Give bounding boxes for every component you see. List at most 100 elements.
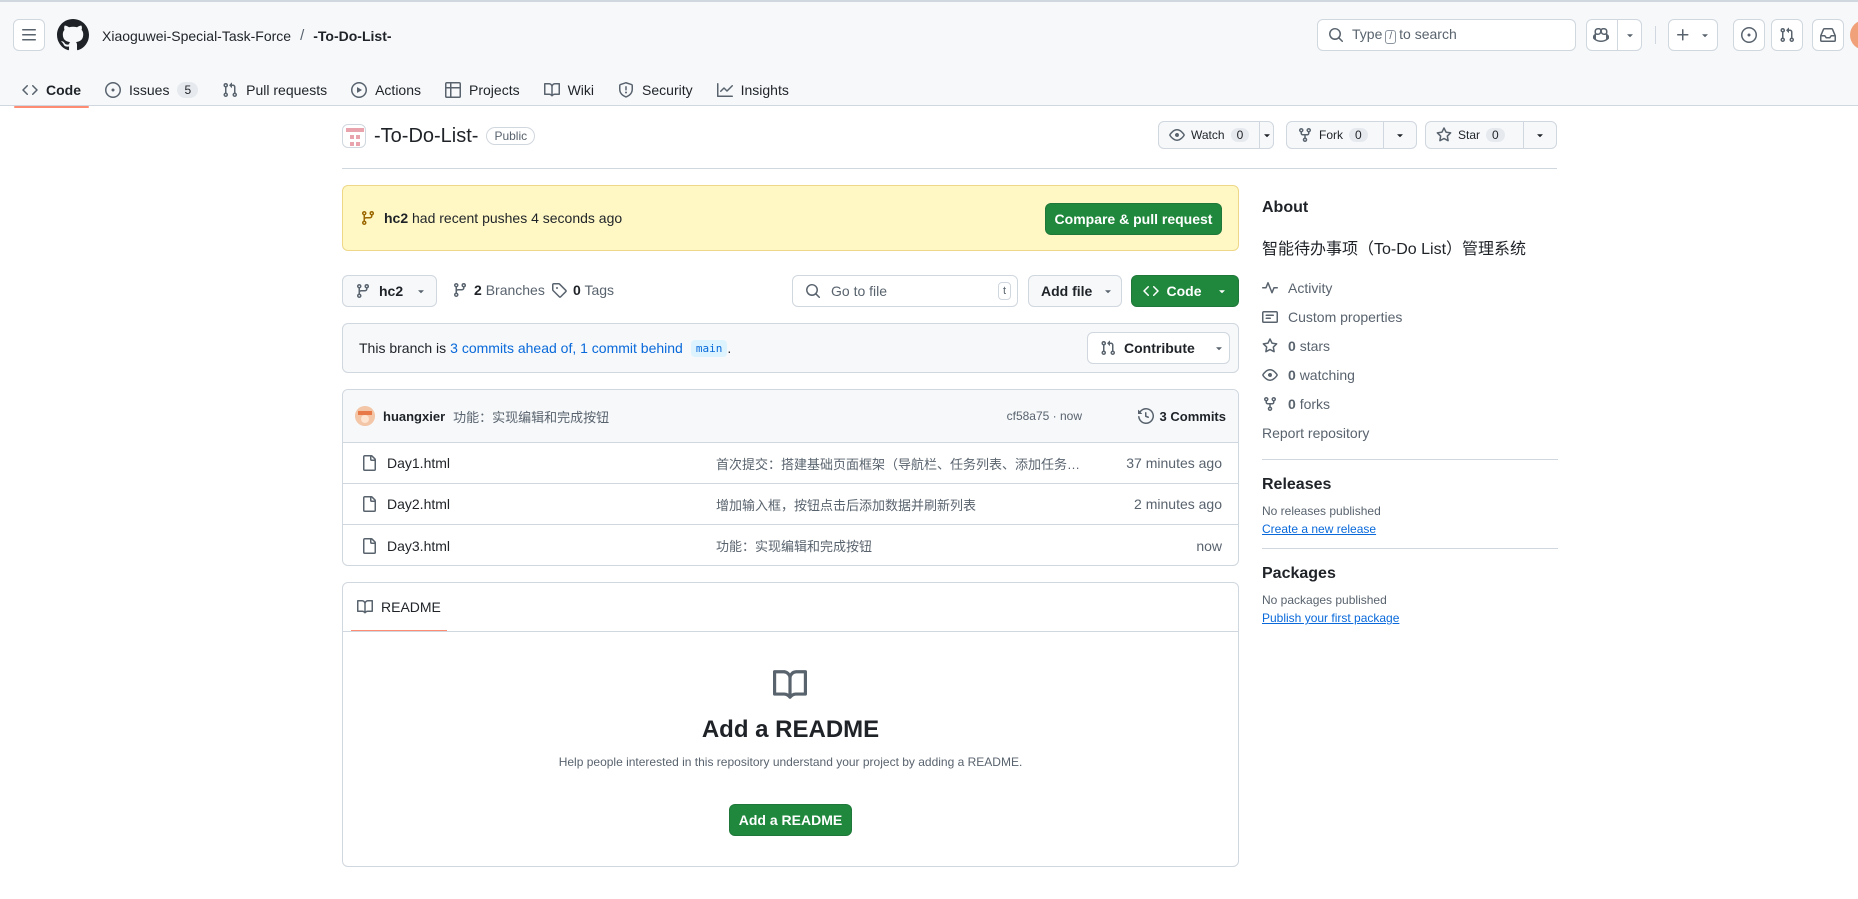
tab-issues[interactable]: Issues 5 — [97, 72, 206, 108]
breadcrumb-owner[interactable]: Xiaoguwei-Special-Task-Force — [102, 28, 291, 44]
publish-package-link[interactable]: Publish your first package — [1262, 611, 1558, 625]
commits-history-link[interactable]: 3 Commits — [1137, 408, 1226, 424]
branch-selector[interactable]: hc2 — [342, 275, 437, 307]
file-commit-message[interactable]: 增加输入框，按钮点击后添加数据并刷新列表 — [716, 495, 1096, 514]
readme-heading: Add a README — [701, 716, 880, 743]
create-release-link[interactable]: Create a new release — [1262, 522, 1558, 536]
file-commit-message[interactable]: 功能：实现编辑和完成按钮 — [716, 536, 1096, 555]
repo-title-row: -To-Do-List- Public — [342, 124, 536, 148]
fork-dropdown[interactable] — [1384, 122, 1416, 148]
tab-actions[interactable]: Actions — [343, 72, 429, 108]
add-file-button[interactable]: Add file — [1028, 275, 1122, 307]
watch-button[interactable]: Watch 0 — [1159, 122, 1261, 148]
watch-label: Watch — [1191, 128, 1225, 142]
pull-request-icon — [223, 82, 238, 98]
fork-button[interactable]: Fork 0 — [1287, 122, 1384, 148]
compare-commits-link[interactable]: 3 commits ahead of, 1 commit behind — [450, 340, 683, 356]
commit-author[interactable]: huangxier — [383, 409, 445, 424]
tab-label: Security — [642, 82, 693, 98]
tab-insights[interactable]: Insights — [709, 72, 797, 108]
commit-hash-time[interactable]: cf58a75 · now — [1007, 409, 1082, 423]
github-logo-icon[interactable] — [57, 19, 89, 51]
file-row[interactable]: Day3.html 功能：实现编辑和完成按钮 now — [343, 525, 1238, 565]
contribute-label: Contribute — [1124, 340, 1195, 356]
branches-link[interactable]: 2 Branches — [452, 282, 545, 298]
sidebar-divider — [1262, 548, 1558, 549]
branch-icon — [453, 283, 466, 298]
tab-code[interactable]: Code — [14, 72, 89, 108]
stars-link[interactable]: 0 stars — [1262, 331, 1558, 360]
readme-panel: README Add a README Help people interest… — [342, 582, 1239, 867]
fork-icon — [1299, 128, 1311, 143]
tag-icon — [552, 283, 567, 298]
chevron-down-icon — [1263, 134, 1270, 138]
breadcrumb-repo[interactable]: -To-Do-List- — [313, 28, 391, 44]
watch-dropdown[interactable] — [1260, 122, 1273, 148]
create-new-button[interactable] — [1668, 19, 1718, 51]
branch-comparison-status: This branch is 3 commits ahead of, 1 com… — [342, 323, 1239, 373]
file-icon — [363, 537, 376, 554]
commit-message[interactable]: 功能：实现编辑和完成按钮 — [453, 407, 609, 426]
report-repository-link[interactable]: Report repository — [1262, 418, 1558, 447]
table-icon — [445, 82, 462, 98]
go-to-file-input[interactable]: Go to file t — [792, 275, 1018, 307]
star-dropdown[interactable] — [1524, 122, 1556, 148]
packages-heading[interactable]: Packages — [1262, 565, 1558, 583]
issue-icon — [1741, 27, 1757, 43]
tags-link[interactable]: 0 Tags — [551, 282, 614, 298]
menu-button[interactable] — [13, 19, 45, 51]
copilot-button[interactable] — [1586, 19, 1642, 51]
file-name[interactable]: Day2.html — [387, 496, 450, 512]
file-commit-message[interactable]: 首次提交：搭建基础页面框架（导航栏、任务列表、添加任务… — [716, 454, 1096, 473]
avatar-image-icon — [355, 406, 375, 426]
readme-tab-label: README — [381, 599, 441, 615]
tab-security[interactable]: Security — [610, 72, 701, 108]
base-branch-label[interactable]: main — [690, 339, 728, 357]
sidebar-divider — [1262, 459, 1558, 460]
history-icon — [1137, 408, 1154, 424]
forks-link[interactable]: 0 forks — [1262, 389, 1558, 418]
issues-button[interactable] — [1733, 19, 1765, 51]
push-message: had recent pushes 4 seconds ago — [412, 210, 623, 226]
watch-button-group: Watch 0 — [1158, 121, 1274, 149]
activity-link[interactable]: Activity — [1262, 273, 1558, 302]
repo-description: 智能待办事项（To-Do List）管理系统 — [1262, 241, 1527, 258]
star-button-group: Star 0 — [1425, 121, 1557, 149]
inbox-button[interactable] — [1812, 19, 1844, 51]
avatar[interactable] — [355, 406, 375, 426]
watching-count: 0 — [1288, 366, 1296, 383]
code-dropdown-button[interactable]: Code — [1131, 275, 1239, 307]
star-label: Star — [1458, 128, 1481, 142]
file-row[interactable]: Day2.html 增加输入框，按钮点击后添加数据并刷新列表 2 minutes… — [343, 484, 1238, 525]
file-name[interactable]: Day1.html — [387, 455, 450, 471]
pull-request-icon — [1101, 340, 1116, 356]
user-avatar[interactable] — [1850, 20, 1858, 50]
tab-wiki[interactable]: Wiki — [536, 72, 602, 108]
custom-properties-link[interactable]: Custom properties — [1262, 302, 1558, 331]
repo-name[interactable]: -To-Do-List- — [374, 125, 478, 148]
watching-link[interactable]: 0 watching — [1262, 360, 1558, 389]
star-button[interactable]: Star 0 — [1426, 122, 1525, 148]
tab-projects[interactable]: Projects — [437, 72, 528, 108]
file-commit-time: 37 minutes ago — [1126, 455, 1222, 471]
tags-label: Tags — [584, 282, 615, 298]
releases-heading[interactable]: Releases — [1262, 476, 1558, 494]
pull-requests-button[interactable] — [1771, 19, 1803, 51]
search-input[interactable]: Type / to search — [1317, 19, 1576, 51]
tab-label: Insights — [740, 82, 789, 98]
tab-pull-requests[interactable]: Pull requests — [214, 72, 335, 108]
fork-icon — [1264, 396, 1276, 411]
file-icon — [363, 455, 376, 471]
fork-button-group: Fork 0 — [1286, 121, 1417, 149]
book-icon — [773, 670, 807, 699]
pushed-branch-name[interactable]: hc2 — [384, 210, 408, 226]
contribute-button[interactable]: Contribute — [1087, 332, 1230, 364]
commits-count-label: 3 Commits — [1159, 408, 1226, 424]
file-row[interactable]: Day1.html 首次提交：搭建基础页面框架（导航栏、任务列表、添加任务… 3… — [343, 443, 1238, 484]
stars-count: 0 — [1288, 337, 1296, 354]
tab-readme[interactable]: README — [351, 583, 447, 632]
tab-label: Projects — [469, 82, 520, 98]
add-readme-button[interactable]: Add a README — [729, 804, 852, 836]
file-name[interactable]: Day3.html — [387, 538, 450, 554]
compare-pull-request-button[interactable]: Compare & pull request — [1045, 203, 1222, 235]
